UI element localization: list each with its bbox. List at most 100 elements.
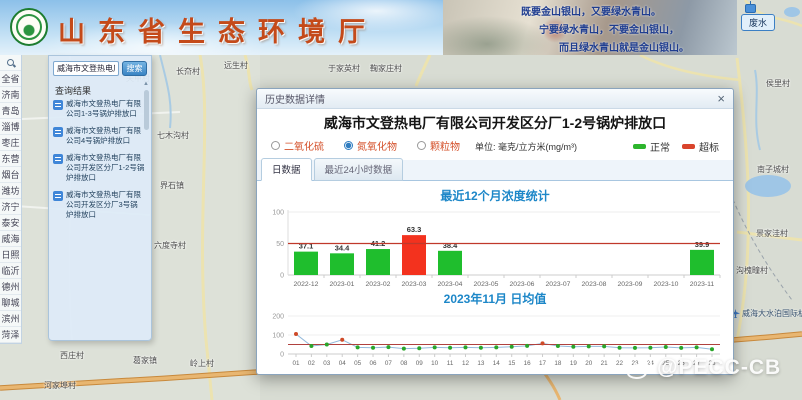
svg-text:2023-04: 2023-04	[438, 281, 463, 288]
city-strip-item[interactable]: 威海	[0, 231, 21, 247]
outlet-title: 威海市文登热电厂有限公司开发区分厂1-2号锅炉排放口	[257, 113, 733, 133]
result-text: 威海市文登热电厂有限公司开发区分厂1-2号锅炉排放口	[66, 153, 145, 183]
svg-text:19: 19	[570, 360, 578, 367]
modal-header: 历史数据详情 ×	[257, 89, 733, 109]
tab-daily-data[interactable]: 日数据	[261, 158, 312, 181]
map-village-label: 六度寺村	[154, 240, 186, 251]
document-icon	[53, 191, 63, 201]
svg-text:34.4: 34.4	[335, 243, 350, 252]
document-icon	[53, 100, 63, 110]
svg-text:04: 04	[339, 360, 347, 367]
pollutant-radio-label: 氮氧化物	[357, 138, 397, 153]
map-village-label: 远生村	[224, 60, 248, 71]
svg-text:2023-06: 2023-06	[510, 281, 535, 288]
wastewater-map-marker[interactable]: 废水	[741, 14, 775, 31]
svg-text:2023-07: 2023-07	[546, 281, 571, 288]
legend-color-swatch	[682, 144, 695, 149]
tab-bar: 日数据最近24小时数据	[257, 160, 733, 181]
svg-text:2023-03: 2023-03	[402, 281, 427, 288]
svg-text:2022-12: 2022-12	[294, 281, 319, 288]
scroll-up-icon[interactable]: ▲	[143, 80, 149, 88]
city-filter-strip: 全省济南青岛淄博枣庄东营烟台潍坊济宁泰安威海日照临沂德州聊城滨州菏泽	[0, 55, 22, 344]
svg-text:16: 16	[524, 360, 532, 367]
svg-text:05: 05	[354, 360, 362, 367]
map-village-label: 侯里村	[766, 78, 790, 89]
close-icon[interactable]: ×	[717, 92, 725, 105]
modal-window-title: 历史数据详情	[265, 91, 325, 106]
result-list-item[interactable]: 威海市文登热电厂有限公司4号锅炉排放口	[53, 126, 145, 146]
slogan-line: 而且绿水青山就是金山银山。	[559, 39, 737, 54]
map-village-label: 于家英村	[328, 63, 360, 74]
pollutant-radio[interactable]: 颗粒物	[417, 138, 460, 153]
city-strip-item[interactable]: 日照	[0, 247, 21, 263]
svg-text:2023-01: 2023-01	[330, 281, 355, 288]
map-village-label: 河家埠村	[44, 380, 76, 391]
station-marker-icon[interactable]	[745, 4, 756, 13]
svg-text:39.9: 39.9	[695, 240, 710, 249]
svg-text:18: 18	[554, 360, 562, 367]
controls-row: 二氧化硫氮氧化物颗粒物 单位: 毫克/立方米(mg/m³) 正常超标	[257, 137, 733, 155]
pollutant-radio[interactable]: 氮氧化物	[344, 138, 397, 153]
airport-label: 威海大水泊国际机场	[731, 308, 802, 319]
svg-text:14: 14	[493, 360, 501, 367]
svg-text:20: 20	[585, 360, 593, 367]
city-strip-item[interactable]: 枣庄	[0, 135, 21, 151]
svg-text:08: 08	[400, 360, 408, 367]
city-strip-item[interactable]: 烟台	[0, 167, 21, 183]
svg-text:10: 10	[431, 360, 439, 367]
svg-text:15: 15	[508, 360, 516, 367]
city-strip-item[interactable]: 济宁	[0, 199, 21, 215]
city-strip-item[interactable]: 德州	[0, 279, 21, 295]
strip-search-icon[interactable]	[0, 55, 21, 71]
history-data-modal: 历史数据详情 × 威海市文登热电厂有限公司开发区分厂1-2号锅炉排放口 二氧化硫…	[256, 88, 734, 375]
city-strip-item[interactable]: 潍坊	[0, 183, 21, 199]
pollutant-radio-label: 颗粒物	[430, 138, 460, 153]
svg-text:2023-05: 2023-05	[474, 281, 499, 288]
svg-text:21: 21	[601, 360, 609, 367]
legend-label: 超标	[699, 139, 719, 154]
slogan-photo: 既要金山银山，又要绿水青山。宁要绿水青山，不要金山银山，而且绿水青山就是金山银山…	[443, 0, 737, 55]
city-strip-item[interactable]: 东营	[0, 151, 21, 167]
city-strip-item[interactable]: 菏泽	[0, 327, 21, 343]
city-strip-item[interactable]: 济南	[0, 87, 21, 103]
pollutant-radio[interactable]: 二氧化硫	[271, 138, 324, 153]
svg-text:01: 01	[292, 360, 300, 367]
radio-dot-icon[interactable]	[344, 141, 353, 150]
city-strip-item[interactable]: 聊城	[0, 295, 21, 311]
search-panel: 搜索 ▲ 查询结果 威海市文登热电厂有限公司1-3号锅炉排放口威海市文登热电厂有…	[48, 55, 152, 341]
pollutant-radio-label: 二氧化硫	[284, 138, 324, 153]
city-strip-item[interactable]: 临沂	[0, 263, 21, 279]
department-logo-icon	[10, 8, 48, 46]
site-title: 山东省生态环境厅	[58, 10, 378, 49]
map-village-label: 景家洼村	[756, 228, 788, 239]
monthly-bar-chart: 0501002022-1237.12023-0134.42023-0241.22…	[262, 205, 728, 289]
city-strip-item[interactable]: 泰安	[0, 215, 21, 231]
svg-text:100: 100	[272, 210, 284, 217]
site-banner: 山东省生态环境厅	[0, 0, 443, 55]
map-village-label: 长夼村	[176, 66, 200, 77]
tab-last-24h[interactable]: 最近24小时数据	[314, 158, 404, 181]
svg-text:12: 12	[462, 360, 470, 367]
result-list-item[interactable]: 威海市文登热电厂有限公司开发区分厂1-2号锅炉排放口	[53, 153, 145, 183]
svg-text:63.3: 63.3	[407, 225, 422, 234]
city-strip-item[interactable]: 淄博	[0, 119, 21, 135]
city-strip-item[interactable]: 滨州	[0, 311, 21, 327]
city-strip-item[interactable]: 全省	[0, 71, 21, 87]
weibo-icon	[626, 357, 652, 379]
radio-dot-icon[interactable]	[417, 141, 426, 150]
search-input[interactable]	[53, 61, 119, 76]
result-text: 威海市文登热电厂有限公司开发区分厂3号锅炉排放口	[66, 190, 145, 220]
results-header: 查询结果	[55, 84, 91, 97]
page: 长夼村远生村于家英村鞠家庄村夫甲村七木沟村界石镇六度寺村侯里村南子城村景家洼村沟…	[0, 0, 802, 400]
radio-dot-icon[interactable]	[271, 141, 280, 150]
search-button[interactable]: 搜索	[122, 61, 147, 76]
svg-text:17: 17	[539, 360, 547, 367]
map-village-label: 七木沟村	[157, 130, 189, 141]
legend-item: 超标	[682, 139, 719, 154]
city-strip-item[interactable]: 青岛	[0, 103, 21, 119]
result-list-item[interactable]: 威海市文登热电厂有限公司开发区分厂3号锅炉排放口	[53, 190, 145, 220]
daily-chart-title: 2023年11月 日均值	[257, 290, 733, 307]
svg-text:03: 03	[323, 360, 331, 367]
result-list-item[interactable]: 威海市文登热电厂有限公司1-3号锅炉排放口	[53, 99, 145, 119]
svg-text:2023-09: 2023-09	[618, 281, 643, 288]
